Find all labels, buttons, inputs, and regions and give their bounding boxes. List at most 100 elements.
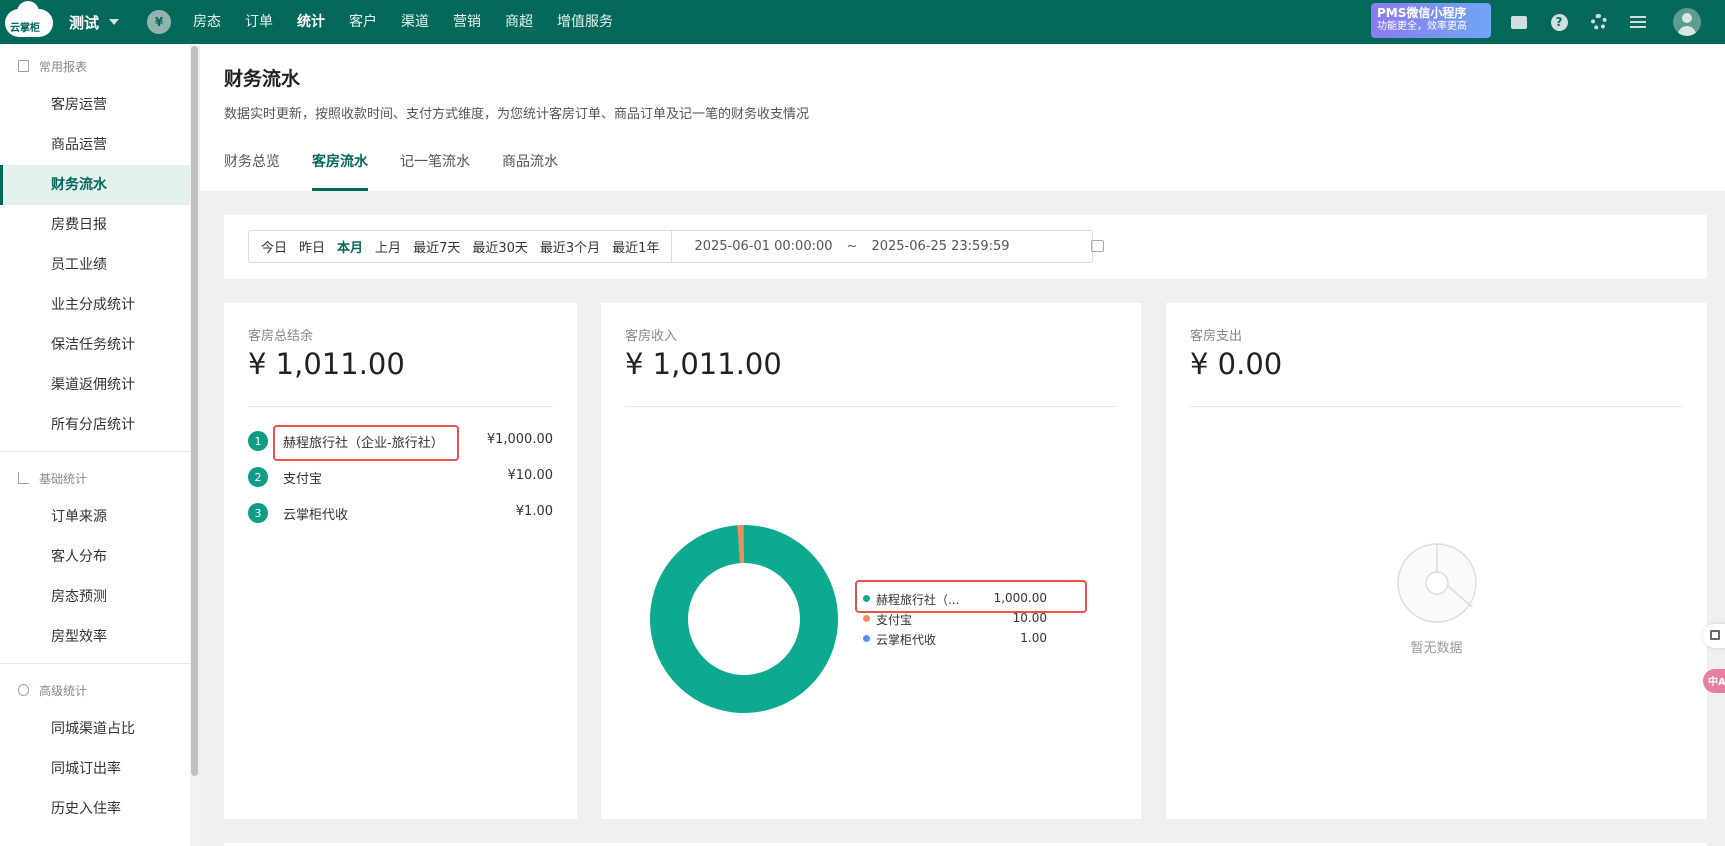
promo-title: PMS微信小程序 [1377,6,1467,20]
quick-date-option[interactable]: 最近1年 [612,237,659,256]
shop-name: 测试 [69,13,100,32]
nav-item[interactable]: 渠道 [389,0,441,44]
main-nav: 房态 订单 统计 客户 渠道 营销 商超 增值服务 [181,0,625,44]
legend-dot-icon [863,635,870,642]
filter-divider [671,231,673,262]
nav-item[interactable]: 房态 [181,0,233,44]
pie-chart-icon [18,684,29,696]
quick-date-option[interactable]: 上月 [375,237,401,256]
sidebar-item[interactable]: 历史入住率 [0,789,190,829]
card-divider [625,406,1117,407]
income-label: 客房收入 [625,329,678,344]
legend-item[interactable]: 云掌柜代收 1.00 [859,629,1059,649]
tab-bar: 财务总览 客房流水 记一笔流水 商品流水 [224,147,590,191]
sidebar-divider [0,451,190,452]
sidebar-item[interactable]: 订单来源 [0,497,190,537]
range-end: 2025-06-25 23:59:59 [871,239,1010,254]
mini-program-promo[interactable]: PMS微信小程序 功能更全，效率更高 [1371,3,1491,38]
tab-item[interactable]: 客房流水 [312,147,368,191]
payment-amount: ¥1,000.00 [486,432,553,447]
payment-amount: ¥10.00 [507,468,554,483]
caret-down-icon [109,19,120,25]
app-logo[interactable]: 云掌柜 [5,1,55,39]
legend-label: 云掌柜代收 [876,633,937,647]
income-donut-chart[interactable] [649,524,839,714]
sidebar-item[interactable]: 保洁任务统计 [0,325,190,365]
sidebar-divider [0,663,190,664]
room-balance-card: 客房总结余 ¥ 1,011.00 1 赫程旅行社（企业-旅行社） ¥1,000.00… [224,303,577,819]
sidebar-item[interactable]: 房费日报 [0,205,190,245]
message-icon[interactable] [1509,12,1529,32]
legend-dot-icon [863,615,870,622]
sidebar-group-label: 基础统计 [39,471,88,486]
card-divider [248,406,553,407]
sidebar-group-label: 常用报表 [39,59,88,74]
quick-date-option[interactable]: 最近30天 [472,237,528,256]
date-range-picker[interactable]: 2025-06-01 00:00:00 ~ 2025-06-25 23:59:5… [694,239,1009,254]
page-header: 财务流水 数据实时更新，按照收款时间、支付方式维度，为您统计客房订单、商品订单及… [200,44,1725,191]
nav-item[interactable]: 统计 [285,0,337,44]
sidebar-item[interactable]: 财务流水 [0,165,190,205]
page-description: 数据实时更新，按照收款时间、支付方式维度，为您统计客房订单、商品订单及记一笔的财… [224,107,810,122]
nav-item[interactable]: 客户 [337,0,389,44]
sidebar-item[interactable]: 房态预测 [0,577,190,617]
page-title: 财务流水 [224,68,301,90]
legend-value: 10.00 [1012,611,1047,625]
sidebar-scrollbar[interactable] [190,44,199,846]
rank-badge: 1 [248,431,268,451]
sidebar-group-header: 高级统计 [0,672,190,708]
translate-icon[interactable]: 中A [1703,669,1725,693]
gear-icon[interactable] [1589,12,1609,32]
quick-date-option[interactable]: 最近3个月 [540,237,600,256]
rank-badge: 2 [248,467,268,487]
expense-label: 客房支出 [1190,329,1243,344]
logo-text: 云掌柜 [10,23,40,34]
nav-item[interactable]: 增值服务 [545,0,625,44]
quick-date-option[interactable]: 本月 [337,237,363,256]
quick-date-option[interactable]: 最近7天 [413,237,460,256]
payment-method-name: 云掌柜代收 [283,508,349,523]
sidebar-item[interactable]: 同城渠道占比 [0,709,190,749]
sidebar-item[interactable]: 客房运营 [0,85,190,125]
ranking-row: 3 云掌柜代收 ¥1.00 [248,497,553,527]
sidebar-item[interactable]: 所有分店统计 [0,405,190,445]
nav-item[interactable]: 商超 [493,0,545,44]
expense-amount: ¥ 0.00 [1190,347,1283,381]
user-avatar-icon[interactable] [1673,8,1701,36]
sidebar-item[interactable]: 客人分布 [0,537,190,577]
highlight-box [273,425,459,461]
calendar-icon[interactable] [1091,240,1104,252]
legend-value: 1.00 [1020,631,1047,645]
room-expense-card: 客房支出 ¥ 0.00 暂无数据 [1166,303,1707,819]
empty-chart-icon [1397,543,1477,623]
menu-icon[interactable] [1628,12,1648,32]
sidebar-item[interactable]: 同城订出率 [0,749,190,789]
quick-date-option[interactable]: 今日 [261,237,287,256]
sidebar-item[interactable]: 员工业绩 [0,245,190,285]
sidebar-item[interactable]: 房型效率 [0,617,190,657]
sidebar-group-label: 高级统计 [39,683,88,698]
top-navbar: 云掌柜 测试 ¥ 房态 订单 统计 客户 渠道 营销 商超 增值服务 PMS微信小程序 功能更… [0,0,1725,44]
quick-date-option[interactable]: 昨日 [299,237,325,256]
qr-code-icon[interactable] [1703,624,1725,648]
date-filter-panel: 今日 昨日 本月 上月 最近7天 最近30天 最近3个月 最近1年 2025-06-01 00… [224,215,1707,279]
tab-item[interactable]: 商品流水 [502,147,558,191]
tab-item[interactable]: 财务总览 [224,147,280,191]
help-icon[interactable]: ? [1549,12,1569,32]
nav-item[interactable]: 营销 [441,0,493,44]
report-icon [18,60,29,72]
scrollbar-thumb[interactable] [191,46,198,776]
line-chart-icon [18,472,29,484]
coin-icon[interactable]: ¥ [147,10,172,34]
promo-subtitle: 功能更全，效率更高 [1377,21,1467,32]
sidebar-item[interactable]: 商品运营 [0,125,190,165]
balance-label: 客房总结余 [248,329,314,344]
ranking-row: 2 支付宝 ¥10.00 [248,461,553,491]
sidebar-item[interactable]: 渠道返佣统计 [0,365,190,405]
sidebar-item[interactable]: 业主分成统计 [0,285,190,325]
date-filter: 今日 昨日 本月 上月 最近7天 最近30天 最近3个月 最近1年 2025-06-01 00… [248,230,1104,263]
sidebar-group-header: 基础统计 [0,460,190,496]
nav-item[interactable]: 订单 [233,0,285,44]
tab-item[interactable]: 记一笔流水 [400,147,470,191]
shop-selector[interactable]: 测试 [69,12,120,33]
